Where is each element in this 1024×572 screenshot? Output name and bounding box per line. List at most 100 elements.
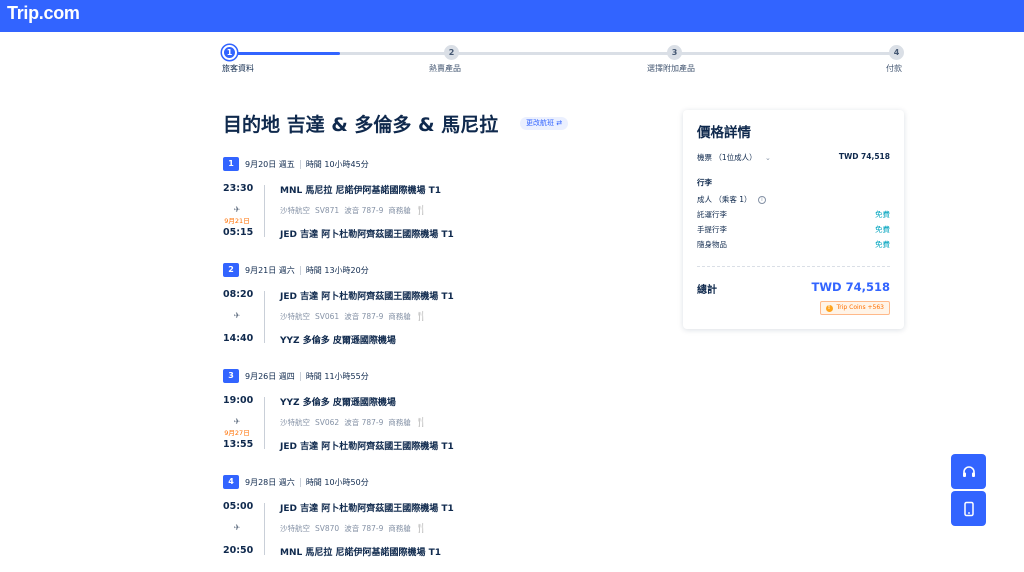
flight-number: SV870 bbox=[315, 524, 340, 533]
arrival-airport: JED 吉達 阿卜杜勒阿齊茲國王國際機場 T1 bbox=[280, 442, 454, 452]
aircraft: 波音 787-9 bbox=[344, 524, 384, 533]
segment-date: 9月26日 週四 bbox=[245, 371, 295, 381]
trip-coins-text: Trip Coins +563 bbox=[836, 304, 884, 311]
trip-logo[interactable]: Trip.com bbox=[7, 3, 80, 24]
arrival-airport: JED 吉達 阿卜杜勒阿齊茲國王國際機場 T1 bbox=[280, 230, 454, 240]
baggage-heading: 行李 bbox=[697, 178, 712, 187]
plane-icon: ✈ bbox=[233, 205, 241, 214]
departure-airport: MNL 馬尼拉 尼諾伊阿基諾國際機場 T1 bbox=[280, 186, 442, 196]
flight-info: 沙特航空 SV870 波音 787-9 商務艙 🍴 bbox=[280, 523, 432, 534]
departure-time: 05:00 bbox=[223, 501, 254, 512]
carry-on-label: 手提行李 bbox=[697, 225, 727, 234]
departure-airport: JED 吉達 阿卜杜勒阿齊茲國王國際機場 T1 bbox=[280, 504, 454, 514]
step-label: 付款 bbox=[886, 64, 902, 73]
mobile-app-button[interactable] bbox=[951, 491, 986, 526]
personal-item-label: 隨身物品 bbox=[697, 240, 727, 249]
segment-header: 2 9月21日 週六 時間 13小時20分 bbox=[223, 263, 369, 277]
step-passenger-info: 1 旅客資料 bbox=[222, 45, 254, 73]
carry-on-value: 免費 bbox=[875, 225, 890, 234]
departure-time: 19:00 bbox=[223, 395, 254, 406]
segment-number: 1 bbox=[223, 157, 239, 171]
aircraft: 波音 787-9 bbox=[344, 206, 384, 215]
aircraft: 波音 787-9 bbox=[344, 312, 384, 321]
arrival-airport: YYZ 多倫多 皮爾遜國際機場 bbox=[280, 336, 396, 346]
airline: 沙特航空 bbox=[280, 312, 310, 321]
divider bbox=[697, 266, 890, 267]
checked-baggage-label: 託運行李 bbox=[697, 210, 727, 219]
coin-icon: ! bbox=[825, 304, 833, 312]
step-hot-products: 2 熱賣產品 bbox=[429, 45, 461, 73]
personal-item-value: 免費 bbox=[875, 240, 890, 249]
ticket-row[interactable]: 機票 （1位成人） ⌄ TWD 74,518 bbox=[697, 152, 890, 163]
change-flight-button[interactable]: 更改航班 ⇄ bbox=[520, 117, 569, 130]
adult-label: 成人 （乘客 1） bbox=[697, 195, 752, 204]
segment-duration: 時間 11小時55分 bbox=[305, 371, 369, 381]
checked-baggage-row: 託運行李 免費 bbox=[697, 209, 890, 220]
divider bbox=[299, 159, 301, 169]
step-number: 4 bbox=[889, 45, 904, 60]
cabin-class: 商務艙 bbox=[388, 206, 411, 215]
flight-segment-4: 4 9月28日 週六 時間 10小時50分 05:00 ✈ 20:50 JED … bbox=[223, 475, 663, 572]
customer-support-button[interactable] bbox=[951, 454, 986, 489]
segment-duration: 時間 13小時20分 bbox=[305, 265, 369, 275]
ticket-label: 機票 （1位成人） bbox=[697, 153, 757, 162]
segment-number: 4 bbox=[223, 475, 239, 489]
change-flight-label: 更改航班 bbox=[526, 119, 554, 127]
arrival-time: 20:50 bbox=[223, 545, 254, 556]
timeline-line bbox=[264, 291, 265, 343]
divider bbox=[299, 477, 301, 487]
divider bbox=[299, 265, 301, 275]
step-number: 1 bbox=[222, 45, 237, 60]
trip-coins-badge: ! Trip Coins +563 bbox=[819, 301, 890, 315]
top-bar: Trip.com bbox=[0, 0, 1024, 32]
segment-duration: 時間 10小時50分 bbox=[305, 477, 369, 487]
cabin-class: 商務艙 bbox=[388, 312, 411, 321]
meal-icon: 🍴 bbox=[415, 417, 428, 428]
price-details-title: 價格詳情 bbox=[697, 125, 751, 141]
timeline-line bbox=[264, 185, 265, 237]
flight-info: 沙特航空 SV061 波音 787-9 商務艙 🍴 bbox=[280, 311, 432, 322]
segment-number: 2 bbox=[223, 263, 239, 277]
aircraft: 波音 787-9 bbox=[344, 418, 384, 427]
arrival-next-day: 9月27日 bbox=[224, 429, 250, 437]
segment-header: 4 9月28日 週六 時間 10小時50分 bbox=[223, 475, 369, 489]
stepper-progress bbox=[230, 52, 340, 55]
segment-header: 1 9月20日 週五 時間 10小時45分 bbox=[223, 157, 369, 171]
step-number: 3 bbox=[667, 45, 682, 60]
flight-segment-1: 1 9月20日 週五 時間 10小時45分 23:30 ✈ 9月21日 05:1… bbox=[223, 157, 663, 257]
info-icon[interactable]: i bbox=[757, 196, 766, 204]
step-number: 2 bbox=[444, 45, 459, 60]
ticket-price: TWD 74,518 bbox=[838, 152, 890, 161]
meal-icon: 🍴 bbox=[415, 311, 428, 322]
booking-stepper: 1 旅客資料 2 熱賣產品 3 選擇附加產品 4 付款 bbox=[222, 45, 904, 75]
segment-duration: 時間 10小時45分 bbox=[305, 159, 369, 169]
segment-date: 9月21日 週六 bbox=[245, 265, 295, 275]
departure-airport: JED 吉達 阿卜杜勒阿齊茲國王國際機場 T1 bbox=[280, 292, 454, 302]
divider bbox=[299, 371, 301, 381]
flight-info: 沙特航空 SV871 波音 787-9 商務艙 🍴 bbox=[280, 205, 432, 216]
flight-segment-2: 2 9月21日 週六 時間 13小時20分 08:20 ✈ 14:40 JED … bbox=[223, 263, 663, 363]
arrival-airport: MNL 馬尼拉 尼諾伊阿基諾國際機場 T1 bbox=[280, 548, 442, 558]
plane-icon: ✈ bbox=[233, 523, 241, 532]
total-label: 總計 bbox=[697, 285, 717, 296]
adult-passenger-row: 成人 （乘客 1） i bbox=[697, 194, 890, 205]
plane-icon: ✈ bbox=[233, 417, 241, 426]
flight-info: 沙特航空 SV062 波音 787-9 商務艙 🍴 bbox=[280, 417, 432, 428]
mobile-phone-icon bbox=[963, 501, 974, 516]
departure-time: 23:30 bbox=[223, 183, 254, 194]
step-label: 選擇附加產品 bbox=[647, 64, 695, 73]
arrival-time: 13:55 bbox=[223, 439, 254, 450]
arrival-time: 05:15 bbox=[223, 227, 254, 238]
arrival-time: 14:40 bbox=[223, 333, 254, 344]
page-title: 目的地 吉達 & 多倫多 & 馬尼拉 bbox=[223, 114, 499, 136]
personal-item-row: 隨身物品 免費 bbox=[697, 239, 890, 250]
arrival-next-day: 9月21日 bbox=[224, 217, 250, 225]
cabin-class: 商務艙 bbox=[388, 524, 411, 533]
chevron-down-icon[interactable]: ⌄ bbox=[765, 154, 771, 162]
departure-airport: YYZ 多倫多 皮爾遜國際機場 bbox=[280, 398, 396, 408]
departure-time: 08:20 bbox=[223, 289, 254, 300]
airline: 沙特航空 bbox=[280, 206, 310, 215]
flight-segment-3: 3 9月26日 週四 時間 11小時55分 19:00 ✈ 9月27日 13:5… bbox=[223, 369, 663, 469]
step-add-ons: 3 選擇附加產品 bbox=[647, 45, 695, 73]
segment-header: 3 9月26日 週四 時間 11小時55分 bbox=[223, 369, 369, 383]
